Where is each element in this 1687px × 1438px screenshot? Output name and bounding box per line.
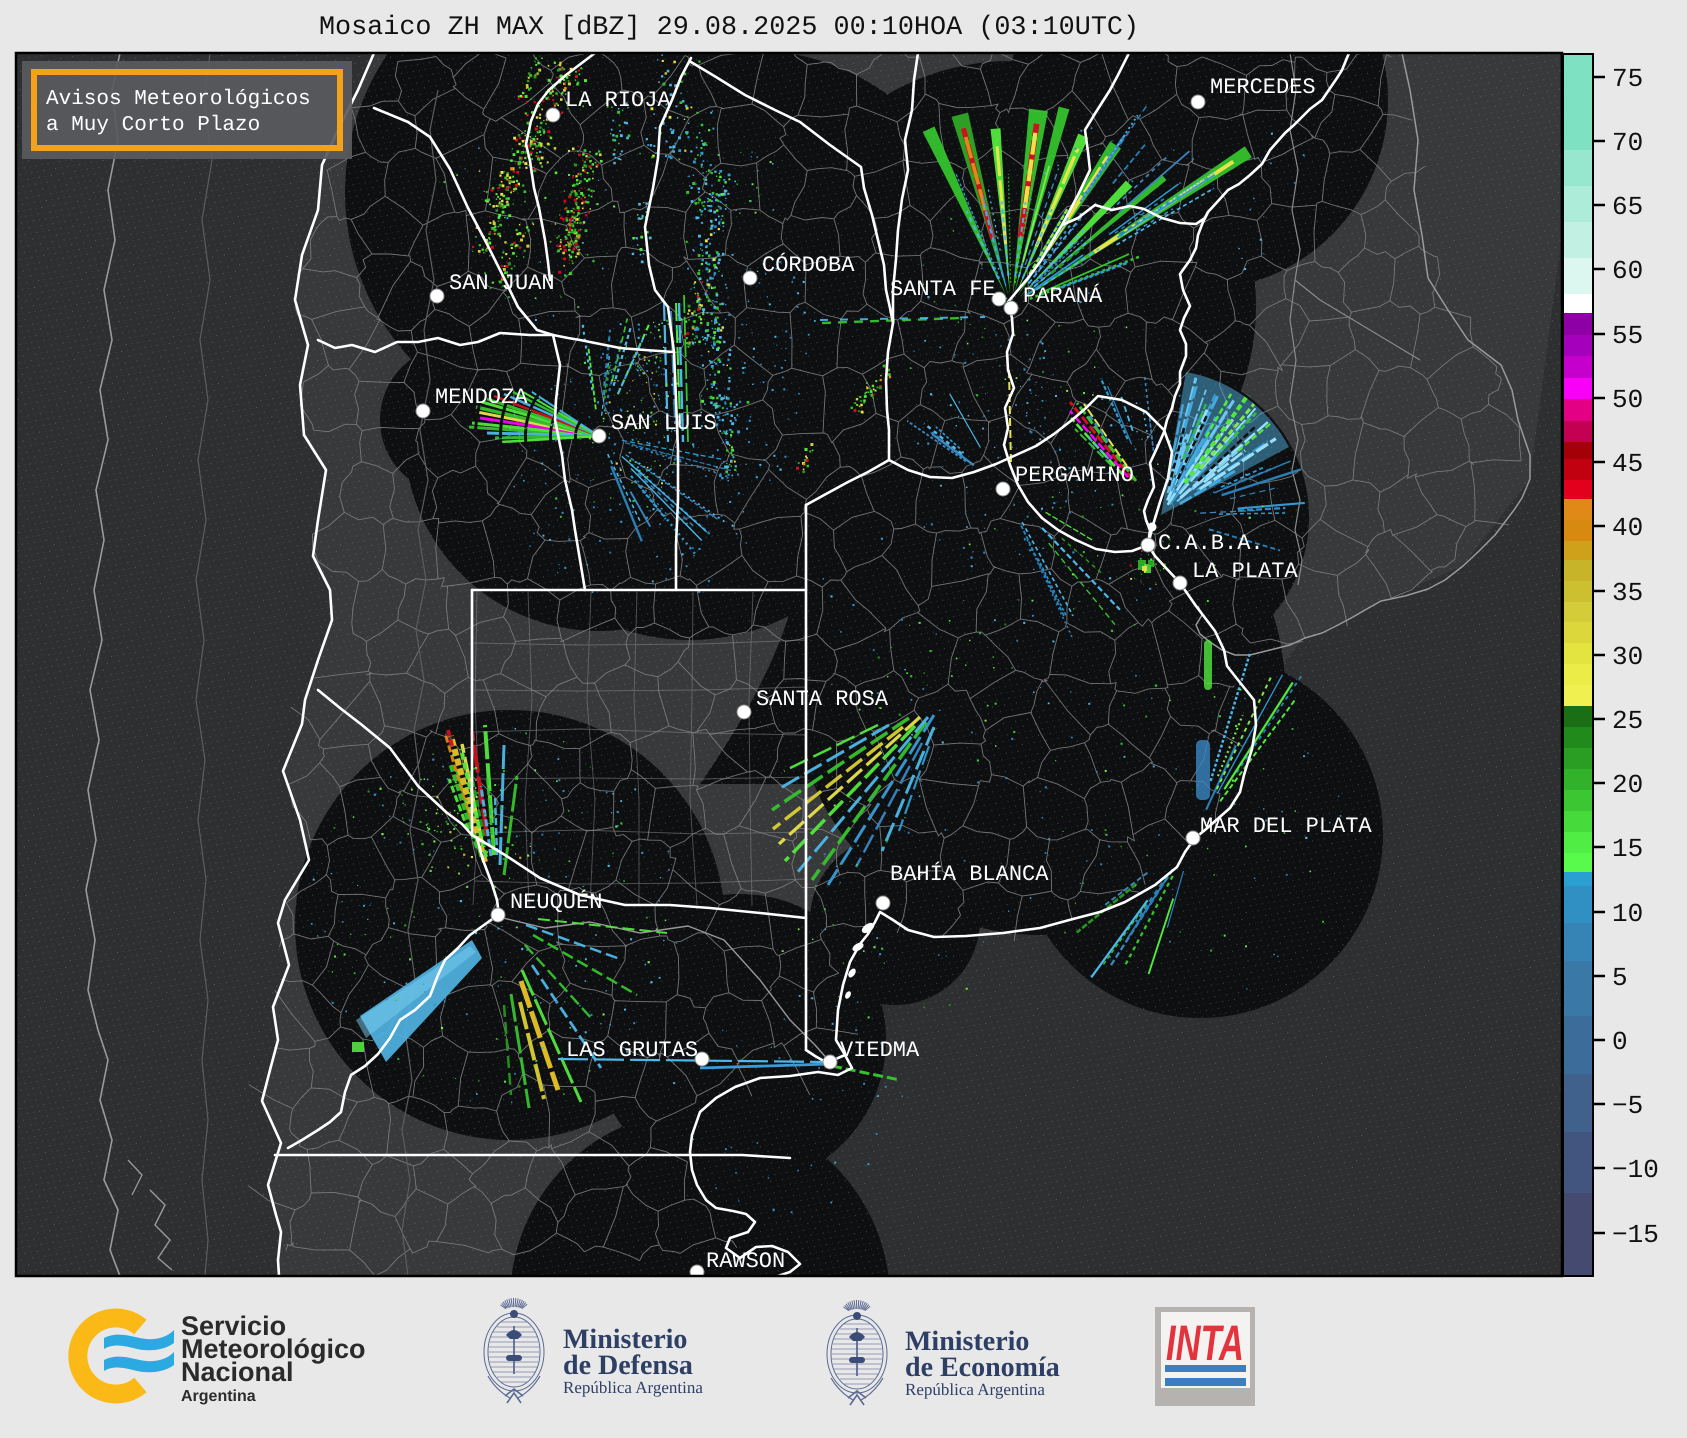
svg-text:55: 55	[1612, 321, 1643, 351]
svg-text:15: 15	[1612, 834, 1643, 864]
svg-text:45: 45	[1612, 449, 1643, 479]
svg-text:−10: −10	[1612, 1155, 1659, 1185]
svg-text:LA RIOJA: LA RIOJA	[565, 88, 671, 113]
svg-text:MAR DEL PLATA: MAR DEL PLATA	[1200, 814, 1372, 839]
svg-text:Avisos Meteorológicos: Avisos Meteorológicos	[46, 88, 311, 111]
svg-text:35: 35	[1612, 578, 1643, 608]
svg-text:65: 65	[1612, 192, 1643, 222]
svg-text:INTA: INTA	[1166, 1315, 1244, 1371]
svg-text:República Argentina: República Argentina	[563, 1378, 703, 1397]
svg-text:30: 30	[1612, 642, 1643, 672]
svg-text:0: 0	[1612, 1027, 1628, 1057]
svg-text:−15: −15	[1612, 1220, 1659, 1250]
svg-text:MERCEDES: MERCEDES	[1210, 75, 1316, 100]
svg-text:LAS GRUTAS: LAS GRUTAS	[566, 1038, 698, 1063]
svg-text:60: 60	[1612, 256, 1643, 286]
svg-text:40: 40	[1612, 513, 1643, 543]
svg-text:SANTA ROSA: SANTA ROSA	[756, 687, 889, 712]
svg-text:BAHÍA BLANCA: BAHÍA BLANCA	[890, 861, 1049, 887]
svg-text:a Muy Corto Plazo: a Muy Corto Plazo	[46, 114, 260, 137]
svg-text:Nacional: Nacional	[181, 1357, 294, 1387]
svg-text:50: 50	[1612, 385, 1643, 415]
svg-text:de Economía: de Economía	[905, 1352, 1060, 1383]
svg-text:Mosaico ZH MAX [dBZ] 29.08.202: Mosaico ZH MAX [dBZ] 29.08.2025 00:10HOA…	[319, 13, 1139, 43]
svg-text:PERGAMINO: PERGAMINO	[1015, 463, 1134, 488]
svg-text:RAWSON: RAWSON	[706, 1249, 785, 1274]
svg-text:PARANÁ: PARANÁ	[1023, 283, 1103, 309]
svg-text:SANTA FE: SANTA FE	[890, 277, 996, 302]
svg-text:SAN LUIS: SAN LUIS	[611, 411, 717, 436]
svg-text:MENDOZA: MENDOZA	[435, 385, 528, 410]
svg-text:República Argentina: República Argentina	[905, 1380, 1045, 1399]
svg-text:70: 70	[1612, 128, 1643, 158]
svg-text:C.A.B.A.: C.A.B.A.	[1158, 531, 1264, 556]
svg-text:NEUQUÉN: NEUQUÉN	[510, 889, 602, 915]
svg-text:10: 10	[1612, 899, 1643, 929]
svg-text:Argentina: Argentina	[181, 1388, 256, 1405]
svg-text:CÓRDOBA: CÓRDOBA	[762, 252, 855, 278]
svg-text:5: 5	[1612, 963, 1628, 993]
svg-text:VIEDMA: VIEDMA	[840, 1038, 920, 1063]
svg-text:20: 20	[1612, 770, 1643, 800]
svg-text:−5: −5	[1612, 1091, 1643, 1121]
svg-text:25: 25	[1612, 706, 1643, 736]
svg-text:75: 75	[1612, 64, 1643, 94]
svg-text:SAN JUAN: SAN JUAN	[449, 271, 555, 296]
svg-text:LA PLATA: LA PLATA	[1192, 559, 1298, 584]
svg-text:de Defensa: de Defensa	[563, 1350, 693, 1381]
